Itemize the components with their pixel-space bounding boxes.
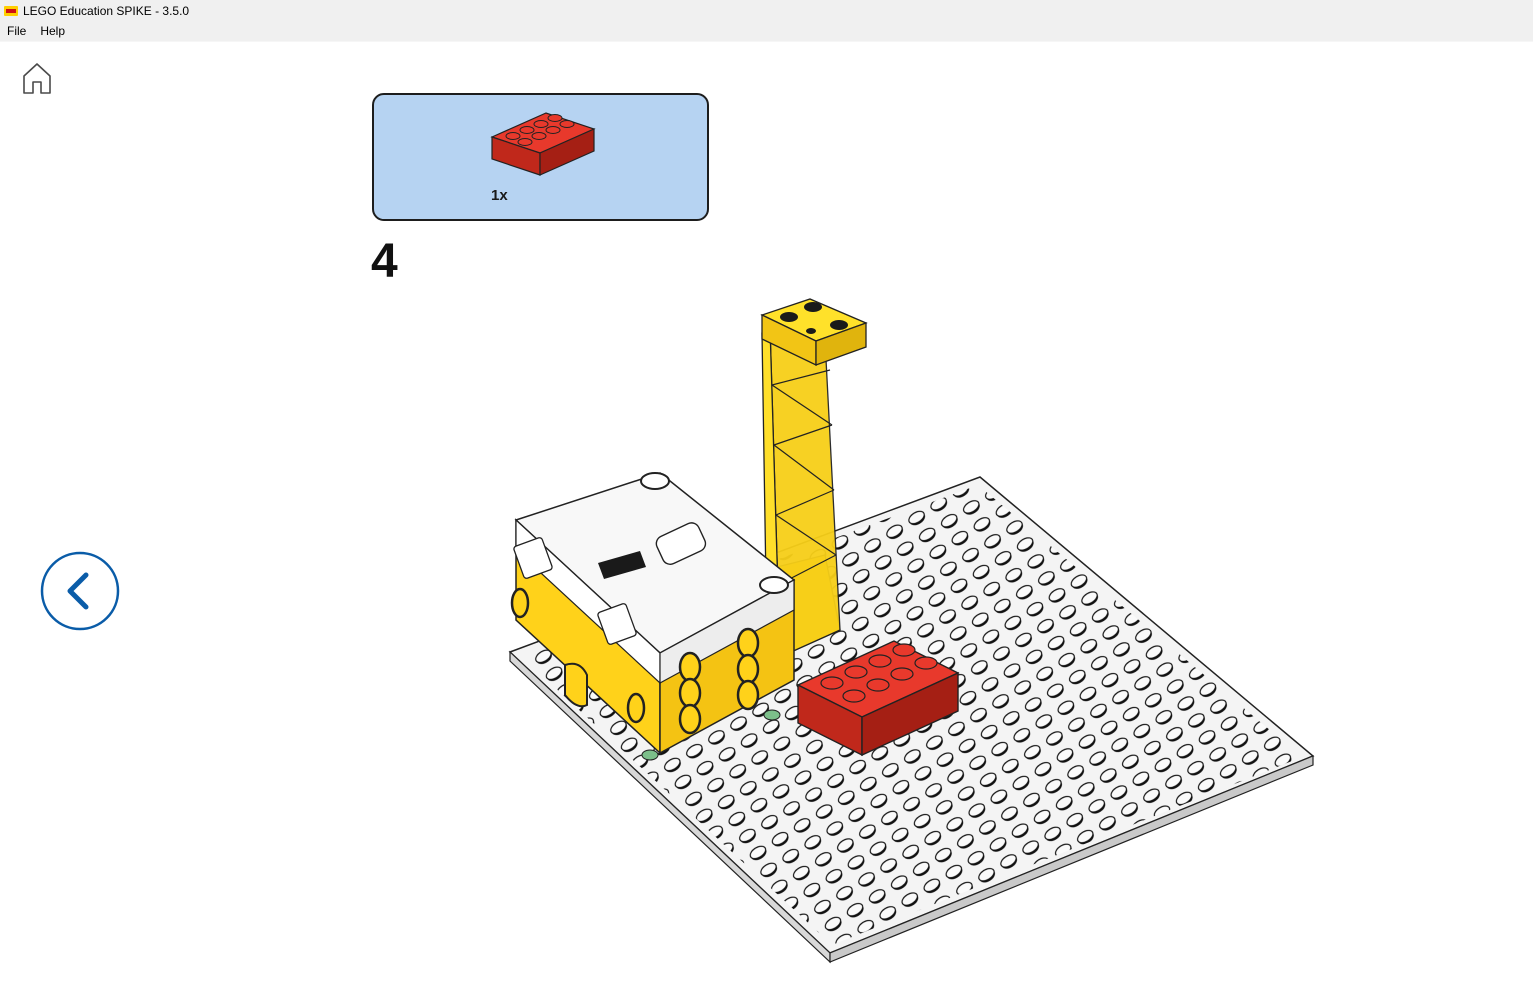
chevron-left-icon <box>40 551 120 631</box>
build-illustration <box>508 298 1315 964</box>
lego-logo-icon <box>4 6 18 16</box>
parts-callout: 1x <box>372 93 709 221</box>
window-title: LEGO Education SPIKE - 3.5.0 <box>23 4 190 18</box>
menu-help[interactable]: Help <box>33 22 72 41</box>
red-brick-2x4-part <box>490 112 596 176</box>
menu-bar: File Help <box>0 22 1533 42</box>
menu-file[interactable]: File <box>0 22 33 41</box>
home-button[interactable] <box>20 60 54 96</box>
home-icon <box>23 63 51 94</box>
back-button[interactable] <box>40 551 120 631</box>
step-number: 4 <box>371 235 398 288</box>
title-bar: LEGO Education SPIKE - 3.5.0 <box>0 0 1533 22</box>
part-quantity: 1x <box>491 187 508 204</box>
